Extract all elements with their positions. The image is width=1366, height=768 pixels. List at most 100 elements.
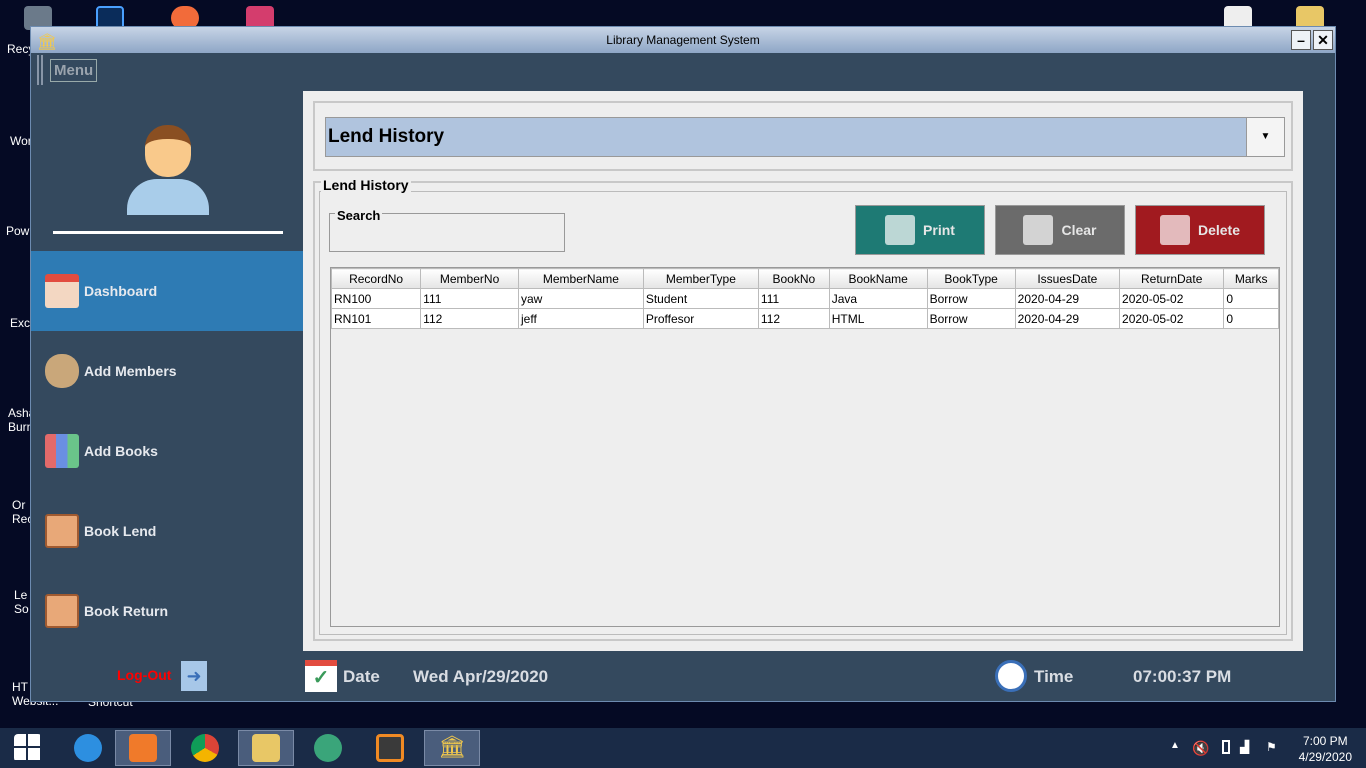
network-disconnected-icon[interactable]: ▟ xyxy=(1240,740,1249,754)
sidebar-item-book-return[interactable]: Book Return xyxy=(31,571,303,651)
show-hidden-icons-button[interactable]: ▲ xyxy=(1170,740,1180,751)
column-header[interactable]: MemberName xyxy=(517,268,644,289)
taskbar-ie[interactable] xyxy=(60,730,116,766)
search-label: Search xyxy=(335,208,383,223)
time-value: 07:00:37 PM xyxy=(1133,667,1232,686)
user-avatar xyxy=(127,123,209,219)
table-cell[interactable]: jeff xyxy=(517,308,644,329)
internet-explorer-icon xyxy=(74,734,102,762)
logout-arrow-icon[interactable]: ➜ xyxy=(181,661,207,691)
sidebar-item-add-members[interactable]: Add Members xyxy=(31,331,303,411)
main-panel: Lend History ▼ Lend History Search Print … xyxy=(303,91,1303,651)
column-header[interactable]: MemberNo xyxy=(420,268,519,289)
table-cell[interactable]: Proffesor xyxy=(642,308,759,329)
table-cell[interactable]: 111 xyxy=(757,288,830,309)
sidebar-item-label: Add Members xyxy=(84,363,177,379)
taskbar-atom[interactable] xyxy=(300,730,356,766)
table-cell[interactable]: 112 xyxy=(420,308,519,329)
toolbar-grip[interactable] xyxy=(37,55,43,85)
app-window: 🏛 Library Management System – ✕ Menu Das… xyxy=(30,26,1336,702)
sublime-icon xyxy=(376,734,404,762)
windows-icon xyxy=(14,734,42,762)
table-cell[interactable]: 2020-05-02 xyxy=(1119,308,1225,329)
table-cell[interactable]: RN101 xyxy=(330,308,422,329)
table-cell[interactable]: 111 xyxy=(420,288,519,309)
calendar-icon: ✓ xyxy=(305,660,337,692)
status-bar: ✓ Date Wed Apr/29/2020 Time 07:00:37 PM xyxy=(303,657,1303,697)
battery-icon[interactable] xyxy=(1222,740,1230,754)
column-header[interactable]: Marks xyxy=(1223,268,1279,289)
table-cell[interactable]: Borrow xyxy=(926,288,1016,309)
panel-title: Lend History xyxy=(321,177,411,193)
column-header[interactable]: RecordNo xyxy=(330,268,422,289)
column-header[interactable]: BookName xyxy=(828,268,928,289)
chrome-icon xyxy=(191,734,219,762)
table-cell[interactable]: 2020-04-29 xyxy=(1014,288,1121,309)
print-button[interactable]: Print xyxy=(855,205,985,255)
sidebar-item-add-books[interactable]: Add Books xyxy=(31,411,303,491)
table-cell[interactable]: 2020-04-29 xyxy=(1014,308,1121,329)
column-header[interactable]: MemberType xyxy=(642,268,759,289)
clock-icon xyxy=(995,660,1027,692)
volume-muted-icon[interactable]: 🔇 xyxy=(1192,740,1209,757)
delete-button[interactable]: Delete xyxy=(1135,205,1265,255)
column-header[interactable]: ReturnDate xyxy=(1119,268,1225,289)
table-row[interactable]: RN100 111 yaw Student 111 Java Borrow 2020-04-2… xyxy=(330,288,1279,309)
logout-button[interactable]: Log-Out xyxy=(117,667,171,683)
table-cell[interactable]: 0 xyxy=(1223,288,1279,309)
taskbar: 🏛 ▲ 🔇 ▟ ⚑ 7:00 PM 4/29/2020 xyxy=(0,728,1366,768)
view-combo-box[interactable]: Lend History ▼ xyxy=(325,117,1285,157)
eraser-icon xyxy=(1023,215,1054,245)
sidebar-item-label: Book Lend xyxy=(84,523,157,539)
taskbar-sublime[interactable] xyxy=(362,730,418,766)
clear-button[interactable]: Clear xyxy=(995,205,1125,255)
table-cell[interactable]: RN100 xyxy=(330,288,422,309)
table-cell[interactable]: yaw xyxy=(517,288,644,309)
lend-history-table: RecordNo MemberNo MemberName MemberType Book… xyxy=(330,268,1279,329)
file-explorer-icon xyxy=(252,734,280,762)
sidebar-item-label: Add Books xyxy=(84,443,158,459)
column-header[interactable]: BookType xyxy=(926,268,1016,289)
book-up-icon xyxy=(45,594,79,628)
add-user-icon xyxy=(45,354,79,388)
menu-button[interactable]: Menu xyxy=(50,59,98,82)
divider xyxy=(53,231,283,234)
taskbar-chrome[interactable] xyxy=(177,730,233,766)
close-button[interactable]: ✕ xyxy=(1313,30,1333,50)
minimize-button[interactable]: – xyxy=(1291,30,1311,50)
column-header[interactable]: BookNo xyxy=(757,268,830,289)
taskbar-library-app[interactable]: 🏛 xyxy=(424,730,480,766)
books-icon xyxy=(45,434,79,468)
trash-icon xyxy=(1159,215,1190,245)
search-input[interactable]: Search xyxy=(329,208,565,252)
table-cell[interactable]: Java xyxy=(828,288,928,309)
printer-icon xyxy=(885,215,916,245)
taskbar-clock[interactable]: 7:00 PM 4/29/2020 xyxy=(1299,733,1352,765)
combo-value: Lend History xyxy=(328,126,445,147)
lend-history-panel: Lend History Search Print Clear Delete R… xyxy=(313,177,1293,641)
table-cell[interactable]: Borrow xyxy=(926,308,1016,329)
library-logo-icon: 🏛 xyxy=(37,34,58,51)
title-bar[interactable]: 🏛 Library Management System – ✕ xyxy=(31,27,1335,53)
sidebar-item-book-lend[interactable]: Book Lend xyxy=(31,491,303,571)
book-down-icon xyxy=(45,514,79,548)
chevron-down-icon[interactable]: ▼ xyxy=(1246,118,1284,156)
sidebar: Dashboard Add Members Add Books Book Len… xyxy=(31,85,303,700)
taskbar-explorer[interactable] xyxy=(238,730,294,766)
table-row[interactable]: RN101 112 jeff Proffesor 112 HTML Borrow 2020-0… xyxy=(330,308,1279,329)
home-icon xyxy=(45,274,79,308)
start-button[interactable] xyxy=(0,730,56,766)
table-cell[interactable]: Student xyxy=(642,288,759,309)
sidebar-item-dashboard[interactable]: Dashboard xyxy=(31,251,303,331)
table-cell[interactable]: 0 xyxy=(1223,308,1279,329)
table-cell[interactable]: 112 xyxy=(757,308,830,329)
taskbar-xampp[interactable] xyxy=(115,730,171,766)
time-label: Time xyxy=(1034,667,1074,686)
table-cell[interactable]: 2020-05-02 xyxy=(1119,288,1225,309)
table-cell[interactable]: HTML xyxy=(828,308,928,329)
column-header[interactable]: IssuesDate xyxy=(1014,268,1121,289)
date-label: Date xyxy=(343,667,380,686)
action-center-flag-icon[interactable]: ⚑ xyxy=(1266,740,1277,754)
xampp-icon xyxy=(129,734,157,762)
atom-icon xyxy=(314,734,342,762)
